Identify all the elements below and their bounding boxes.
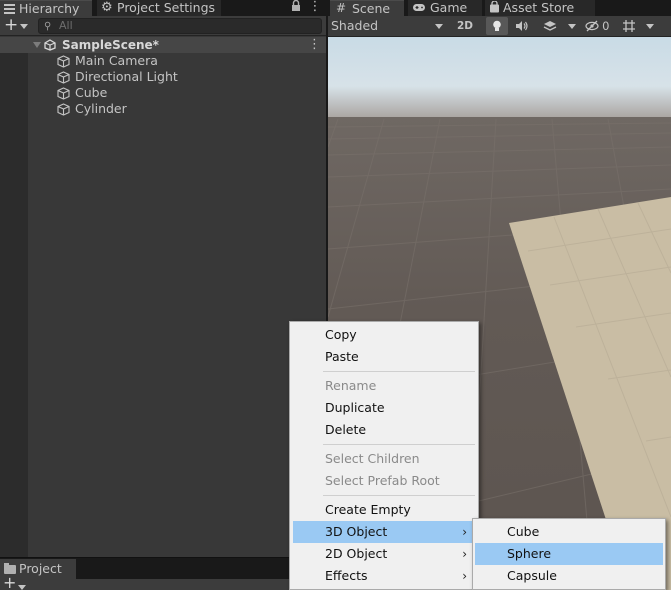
menu-item-label: 2D Object: [325, 546, 388, 561]
gear-icon: ⚙: [101, 0, 113, 15]
lightbulb-icon: [492, 20, 502, 36]
hierarchy-item-cylinder[interactable]: Cylinder: [0, 101, 326, 117]
chevron-right-icon: ›: [462, 569, 467, 583]
tab-hierarchy[interactable]: Hierarchy: [0, 0, 92, 16]
tab-hierarchy-label: Hierarchy: [19, 1, 80, 16]
tab-game[interactable]: Game: [408, 0, 482, 16]
hierarchy-tree: SampleScene* ⋮ Main Camera Directional L…: [0, 37, 326, 557]
menu-separator: [323, 371, 475, 372]
shopping-bag-icon: [489, 0, 500, 17]
gameobject-cube-icon: [57, 87, 70, 100]
create-button[interactable]: +: [3, 15, 31, 35]
search-input[interactable]: ⚲ All: [38, 18, 322, 34]
tab-project-settings[interactable]: ⚙ Project Settings: [97, 0, 221, 16]
scene-tab-bar: # Scene Game Asset Store: [328, 0, 671, 16]
tab-scene-label: Scene: [352, 1, 391, 16]
speaker-icon: [515, 21, 529, 35]
chevron-down-icon: [435, 24, 443, 29]
gameobject-cube-icon: [57, 103, 70, 116]
hierarchy-item-main-camera[interactable]: Main Camera: [0, 53, 326, 69]
shading-mode-dropdown[interactable]: Shaded: [329, 17, 447, 35]
grid-icon: [622, 20, 636, 36]
menu-item-select-prefab-root: Select Prefab Root: [325, 473, 440, 488]
search-placeholder: All: [59, 19, 73, 32]
scene-toolbar: Shaded 2D 0: [328, 16, 671, 37]
tab-game-label: Game: [430, 0, 468, 15]
foldout-arrow-icon[interactable]: [33, 42, 41, 48]
hierarchy-item-label: Cube: [75, 85, 108, 100]
search-icon: ⚲: [44, 21, 52, 32]
hierarchy-tab-bar: Hierarchy ⚙ Project Settings ⋮: [0, 0, 326, 16]
hidden-count: 0: [602, 19, 610, 33]
2d-toggle-button[interactable]: 2D: [454, 17, 476, 35]
hierarchy-item-cube[interactable]: Cube: [0, 85, 326, 101]
menu-item-label: Effects: [325, 568, 368, 583]
menu-separator: [323, 444, 475, 445]
unity-scene-icon: [44, 39, 56, 51]
menu-separator: [323, 495, 475, 496]
effects-toggle-button[interactable]: [536, 17, 564, 35]
audio-toggle-button[interactable]: [511, 17, 533, 35]
list-icon: [4, 4, 15, 14]
lock-icon[interactable]: [291, 0, 301, 15]
submenu-item-capsule[interactable]: Capsule: [475, 565, 663, 587]
menu-item-duplicate[interactable]: Duplicate: [293, 397, 477, 419]
layers-icon: [543, 21, 557, 36]
tab-asset-store-label: Asset Store: [503, 0, 575, 15]
menu-item-label: 3D Object: [325, 524, 388, 539]
menu-item-select-children: Select Children: [325, 451, 420, 466]
gamepad-icon: [412, 1, 426, 17]
submenu-item-sphere[interactable]: Sphere: [475, 543, 663, 565]
eye-slash-icon: [584, 19, 599, 32]
gameobject-cube-icon: [57, 71, 70, 84]
chevron-down-icon[interactable]: [18, 585, 26, 590]
tab-scene[interactable]: # Scene: [330, 0, 404, 16]
menu-item-rename: Rename: [325, 378, 377, 393]
more-options-icon[interactable]: ⋮: [308, 0, 322, 14]
submenu-3d-object: Cube Sphere Capsule: [472, 518, 666, 590]
hierarchy-item-label: Directional Light: [75, 69, 178, 84]
menu-item-2d-object[interactable]: 2D Object ›: [293, 543, 477, 565]
menu-item-copy[interactable]: Copy: [293, 324, 477, 346]
hierarchy-panel: Hierarchy ⚙ Project Settings ⋮ + ⚲ All S…: [0, 0, 326, 557]
menu-item-3d-object[interactable]: 3D Object ›: [293, 521, 477, 543]
scene-root-row[interactable]: SampleScene* ⋮: [0, 37, 326, 53]
project-toolbar: +: [0, 575, 326, 590]
tab-asset-store[interactable]: Asset Store: [485, 0, 595, 16]
plus-icon: +: [4, 15, 19, 35]
chevron-right-icon: ›: [462, 547, 467, 561]
chevron-down-icon: [20, 24, 28, 29]
hierarchy-toolbar: + ⚲ All: [0, 15, 326, 36]
submenu-item-cube[interactable]: Cube: [475, 521, 663, 543]
project-panel: Project +: [0, 557, 326, 590]
scene-visibility-button[interactable]: 0: [582, 17, 612, 35]
menu-item-paste[interactable]: Paste: [293, 346, 477, 368]
menu-item-effects[interactable]: Effects ›: [293, 565, 477, 587]
menu-item-delete[interactable]: Delete: [293, 419, 477, 441]
hierarchy-item-directional-light[interactable]: Directional Light: [0, 69, 326, 85]
tab-project-settings-label: Project Settings: [117, 0, 216, 15]
chevron-right-icon: ›: [462, 525, 467, 539]
context-menu: Copy Paste Rename Duplicate Delete Selec…: [289, 321, 479, 590]
scene-name: SampleScene*: [62, 38, 159, 52]
chevron-down-icon[interactable]: [646, 24, 654, 29]
plus-icon[interactable]: +: [3, 575, 16, 590]
lighting-toggle-button[interactable]: [486, 17, 508, 35]
shading-mode-value: Shaded: [331, 18, 379, 33]
chevron-down-icon[interactable]: [568, 24, 576, 29]
hierarchy-item-label: Main Camera: [75, 53, 158, 68]
menu-item-create-empty[interactable]: Create Empty: [293, 499, 477, 521]
grid-icon: #: [336, 1, 347, 15]
grid-toggle-button[interactable]: [616, 17, 642, 35]
gameobject-cube-icon: [57, 55, 70, 68]
hierarchy-item-label: Cylinder: [75, 101, 127, 116]
scene-more-icon[interactable]: ⋮: [308, 37, 321, 52]
tab-project-label: Project: [19, 561, 62, 576]
